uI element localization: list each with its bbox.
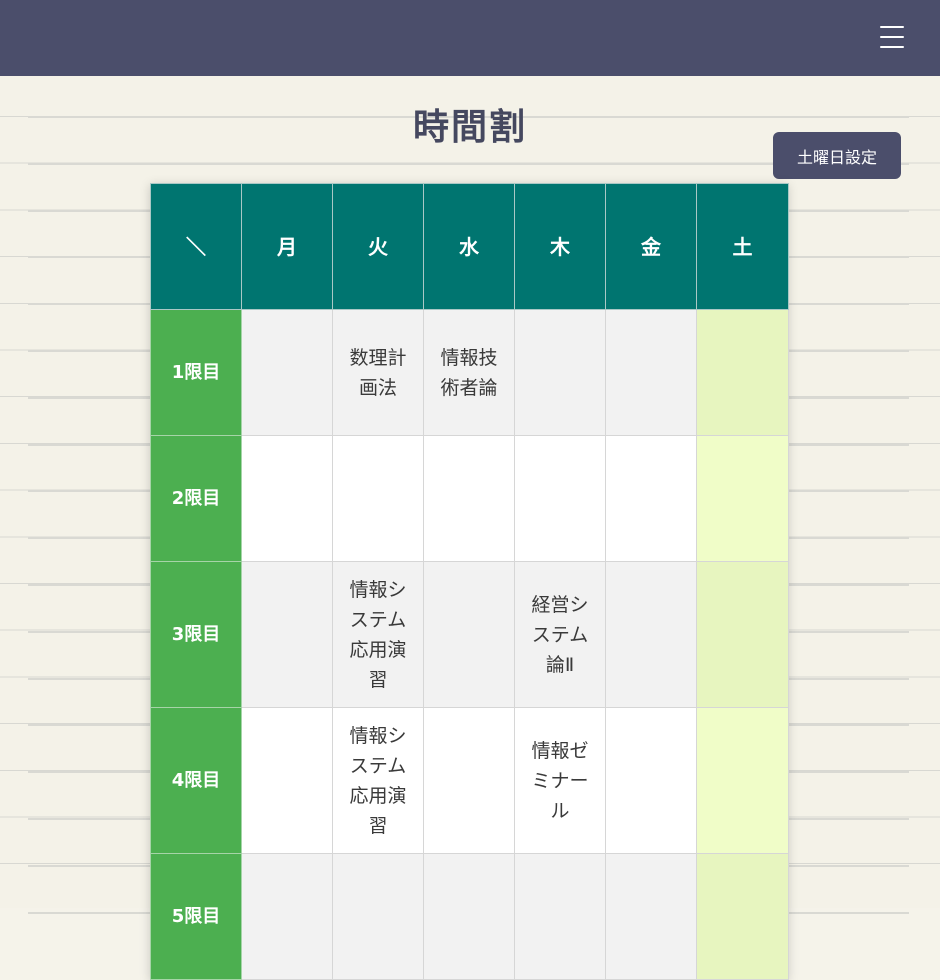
- class-cell-thu[interactable]: 情報ゼミナール: [514, 707, 606, 854]
- class-cell-fri[interactable]: [605, 853, 697, 980]
- class-cell-fri[interactable]: [605, 561, 697, 708]
- period-label: 2限目: [150, 435, 242, 562]
- timetable-grid: ＼ 月 火 水 木 金 土 1限目 数理計画法 情報技術者論 2限目 3限目 情…: [150, 183, 789, 980]
- class-cell-sat[interactable]: [696, 853, 789, 980]
- class-cell-mon[interactable]: [241, 435, 333, 562]
- period-row-2: 2限目: [150, 435, 789, 562]
- class-cell-tue[interactable]: 情報システム応用演習: [332, 707, 424, 854]
- class-cell-tue[interactable]: 数理計画法: [332, 309, 424, 436]
- class-cell-thu[interactable]: 経営システム論Ⅱ: [514, 561, 606, 708]
- corner-cell: ＼: [150, 183, 242, 310]
- day-header-fri: 金: [605, 183, 697, 310]
- period-label: 1限目: [150, 309, 242, 436]
- class-cell-tue[interactable]: 情報システム応用演習: [332, 561, 424, 708]
- class-cell-thu[interactable]: [514, 853, 606, 980]
- day-header-thu: 木: [514, 183, 606, 310]
- class-cell-fri[interactable]: [605, 707, 697, 854]
- period-label: 5限目: [150, 853, 242, 980]
- class-cell-tue[interactable]: [332, 435, 424, 562]
- period-label: 3限目: [150, 561, 242, 708]
- class-cell-sat[interactable]: [696, 561, 789, 708]
- saturday-settings-button[interactable]: 土曜日設定: [773, 132, 901, 179]
- day-header-tue: 火: [332, 183, 424, 310]
- class-cell-sat[interactable]: [696, 435, 789, 562]
- class-cell-thu[interactable]: [514, 435, 606, 562]
- class-cell-wed[interactable]: [423, 561, 515, 708]
- class-cell-tue[interactable]: [332, 853, 424, 980]
- period-row-3: 3限目 情報システム応用演習 経営システム論Ⅱ: [150, 561, 789, 708]
- class-cell-wed[interactable]: [423, 853, 515, 980]
- class-cell-sat[interactable]: [696, 707, 789, 854]
- day-header-sat: 土: [696, 183, 789, 310]
- class-cell-wed[interactable]: [423, 707, 515, 854]
- top-bar: [0, 0, 940, 76]
- hamburger-menu-icon[interactable]: [880, 26, 904, 48]
- period-row-5: 5限目: [150, 853, 789, 980]
- timetable: ＼ 月 火 水 木 金 土 1限目 数理計画法 情報技術者論 2限目 3限目 情…: [150, 183, 789, 980]
- class-cell-sat[interactable]: [696, 309, 789, 436]
- period-row-4: 4限目 情報システム応用演習 情報ゼミナール: [150, 707, 789, 854]
- class-cell-mon[interactable]: [241, 561, 333, 708]
- class-cell-mon[interactable]: [241, 707, 333, 854]
- class-cell-mon[interactable]: [241, 853, 333, 980]
- class-cell-mon[interactable]: [241, 309, 333, 436]
- class-cell-thu[interactable]: [514, 309, 606, 436]
- period-row-1: 1限目 数理計画法 情報技術者論: [150, 309, 789, 436]
- class-cell-wed[interactable]: [423, 435, 515, 562]
- class-cell-fri[interactable]: [605, 309, 697, 436]
- class-cell-fri[interactable]: [605, 435, 697, 562]
- class-cell-wed[interactable]: 情報技術者論: [423, 309, 515, 436]
- day-header-row: ＼ 月 火 水 木 金 土: [150, 183, 789, 310]
- period-label: 4限目: [150, 707, 242, 854]
- day-header-wed: 水: [423, 183, 515, 310]
- day-header-mon: 月: [241, 183, 333, 310]
